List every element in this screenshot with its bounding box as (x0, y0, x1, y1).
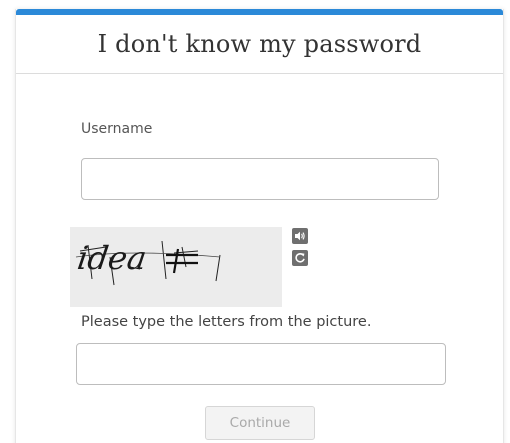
username-label: Username (81, 121, 153, 137)
username-input[interactable] (81, 158, 439, 200)
captcha-refresh-button[interactable] (292, 250, 308, 266)
captcha-picture: idea (75, 239, 221, 286)
captcha-instructions: Please type the letters from the picture… (81, 314, 372, 330)
page-title: I don't know my password (97, 30, 422, 58)
continue-button[interactable]: Continue (205, 406, 315, 440)
captcha-image: idea (70, 227, 282, 307)
captcha-letters: idea (75, 239, 149, 277)
password-reset-card: I don't know my password Username idea P… (15, 9, 504, 443)
page: I don't know my password Username idea P… (0, 0, 510, 443)
refresh-icon (295, 252, 305, 263)
card-header: I don't know my password (16, 15, 503, 74)
speaker-icon (295, 231, 305, 241)
captcha-audio-button[interactable] (292, 228, 308, 244)
captcha-input[interactable] (76, 343, 446, 385)
